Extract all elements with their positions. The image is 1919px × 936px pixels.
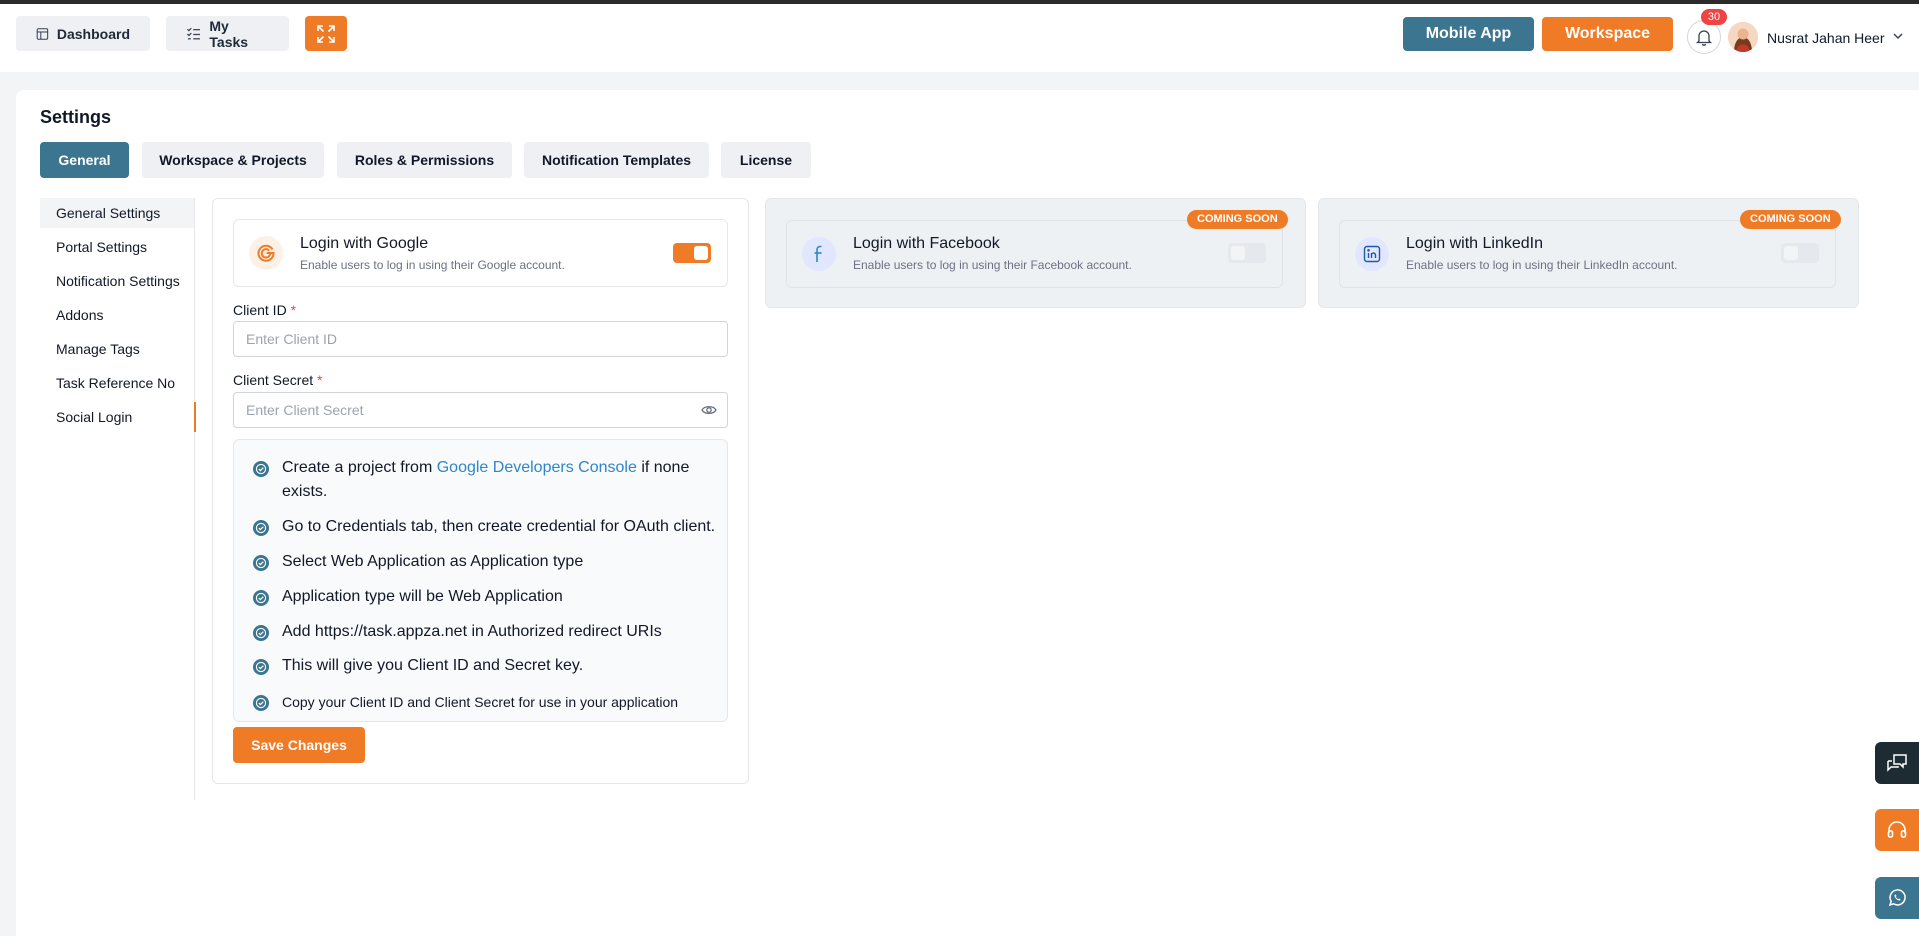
page-title: Settings: [40, 107, 112, 127]
dashboard-button[interactable]: Dashboard: [16, 16, 150, 51]
google-login-title: Login with Google: [300, 235, 429, 252]
sidebar-item-manage-tags[interactable]: Manage Tags: [40, 334, 194, 364]
check-circle-icon: [253, 590, 269, 606]
instruction-step: Add https://task.appza.net in Authorized…: [252, 620, 722, 644]
whatsapp-button[interactable]: [1875, 877, 1919, 919]
workspace-button[interactable]: Workspace: [1542, 17, 1673, 51]
instruction-step: Go to Credentials tab, then create crede…: [252, 515, 722, 539]
table-icon: [36, 27, 49, 40]
linkedin-login-title: Login with LinkedIn: [1406, 235, 1543, 252]
tab-roles-permissions[interactable]: Roles & Permissions: [337, 142, 512, 178]
mobile-app-button[interactable]: Mobile App: [1403, 17, 1534, 51]
sidebar-item-portal-settings[interactable]: Portal Settings: [40, 232, 194, 262]
check-circle-icon: [253, 625, 269, 641]
instruction-step: Copy your Client ID and Client Secret fo…: [252, 690, 722, 714]
dashboard-label: Dashboard: [56, 25, 130, 42]
client-secret-label: Client Secret *: [233, 372, 323, 388]
facebook-login-card: [786, 220, 1283, 288]
tab-workspace-projects[interactable]: Workspace & Projects: [142, 142, 324, 178]
google-icon: [249, 236, 283, 270]
user-avatar-icon: [1728, 22, 1758, 52]
chat-bubbles-icon: [1887, 754, 1907, 772]
client-secret-input[interactable]: [233, 392, 728, 428]
sidebar-item-addons[interactable]: Addons: [40, 300, 194, 330]
required-mark: *: [290, 302, 297, 318]
my-tasks-button[interactable]: My Tasks: [166, 16, 289, 51]
user-name[interactable]: Nusrat Jahan Heer: [1767, 30, 1885, 46]
step-text: Create a project from: [282, 459, 433, 476]
my-tasks-label: My Tasks: [209, 17, 249, 50]
instruction-step: This will give you Client ID and Secret …: [252, 654, 722, 678]
facebook-login-description: Enable users to log in using their Faceb…: [853, 258, 1132, 272]
tab-general[interactable]: General: [40, 142, 129, 178]
linkedin-login-card: [1339, 220, 1836, 288]
check-circle-icon: [253, 461, 269, 477]
fullscreen-button[interactable]: [305, 16, 347, 51]
facebook-login-title: Login with Facebook: [853, 235, 1000, 252]
linkedin-icon: [1355, 237, 1389, 271]
coming-soon-badge: COMING SOON: [1187, 210, 1288, 229]
step-text: Copy your Client ID and Client Secret fo…: [282, 694, 679, 710]
eye-icon[interactable]: [701, 404, 717, 416]
step-text: Select Web Application as Application ty…: [282, 553, 584, 570]
linkedin-login-panel: COMING SOON Login with LinkedIn Enable u…: [1318, 198, 1859, 308]
step-text: Application type will be Web Application: [282, 588, 563, 605]
headset-icon: [1887, 821, 1907, 838]
notification-count-badge: 30: [1701, 9, 1727, 25]
instruction-step: Application type will be Web Application: [252, 585, 722, 609]
instruction-step: Select Web Application as Application ty…: [252, 550, 722, 574]
sidebar-item-general-settings[interactable]: General Settings: [40, 198, 194, 228]
google-login-toggle[interactable]: [673, 243, 711, 263]
feedback-button[interactable]: [1875, 742, 1919, 784]
setup-instructions: Create a project from Google Developers …: [233, 439, 728, 722]
sidebar-item-social-login[interactable]: Social Login: [40, 402, 196, 432]
bell-icon: [1696, 29, 1712, 46]
tab-license[interactable]: License: [721, 142, 811, 178]
coming-soon-badge: COMING SOON: [1740, 210, 1841, 229]
instruction-text: Create a project from Google Developers …: [282, 456, 722, 504]
google-login-description: Enable users to log in using their Googl…: [300, 258, 565, 272]
check-circle-icon: [253, 659, 269, 675]
sidebar-item-task-reference-no[interactable]: Task Reference No: [40, 368, 194, 398]
save-changes-button[interactable]: Save Changes: [233, 727, 365, 763]
tab-notification-templates[interactable]: Notification Templates: [524, 142, 709, 178]
linkedin-login-description: Enable users to log in using their Linke…: [1406, 258, 1678, 272]
instruction-step: Create a project from Google Developers …: [252, 456, 722, 504]
check-circle-icon: [253, 555, 269, 571]
facebook-login-toggle: [1228, 243, 1266, 263]
avatar[interactable]: [1728, 22, 1758, 52]
facebook-icon: [802, 237, 836, 271]
facebook-login-panel: COMING SOON Login with Facebook Enable u…: [765, 198, 1306, 308]
toggle-knob: [1784, 246, 1798, 260]
settings-sidebar: General Settings Portal Settings Notific…: [40, 198, 196, 800]
client-id-label: Client ID *: [233, 302, 296, 318]
google-developers-console-link[interactable]: Google Developers Console: [437, 459, 637, 476]
sidebar-item-notification-settings[interactable]: Notification Settings: [40, 266, 194, 296]
client-secret-label-text: Client Secret: [233, 372, 314, 388]
chevron-down-icon[interactable]: [1893, 33, 1903, 40]
step-text: Add https://task.appza.net in Authorized…: [282, 623, 662, 640]
step-text: Go to Credentials tab, then create crede…: [282, 518, 716, 535]
whatsapp-icon: [1888, 889, 1906, 907]
expand-icon: [317, 24, 335, 43]
checklist-icon: [187, 27, 200, 39]
required-mark: *: [317, 372, 323, 388]
client-id-input[interactable]: [233, 321, 728, 357]
notification-button[interactable]: [1687, 20, 1721, 54]
toggle-knob: [694, 246, 708, 260]
step-text: This will give you Client ID and Secret …: [282, 657, 584, 674]
toggle-knob: [1231, 246, 1245, 260]
check-circle-icon: [253, 695, 269, 711]
client-id-label-text: Client ID: [233, 302, 287, 318]
check-circle-icon: [253, 520, 269, 536]
linkedin-login-toggle: [1781, 243, 1819, 263]
support-button[interactable]: [1875, 809, 1919, 851]
google-login-card: [233, 219, 728, 287]
